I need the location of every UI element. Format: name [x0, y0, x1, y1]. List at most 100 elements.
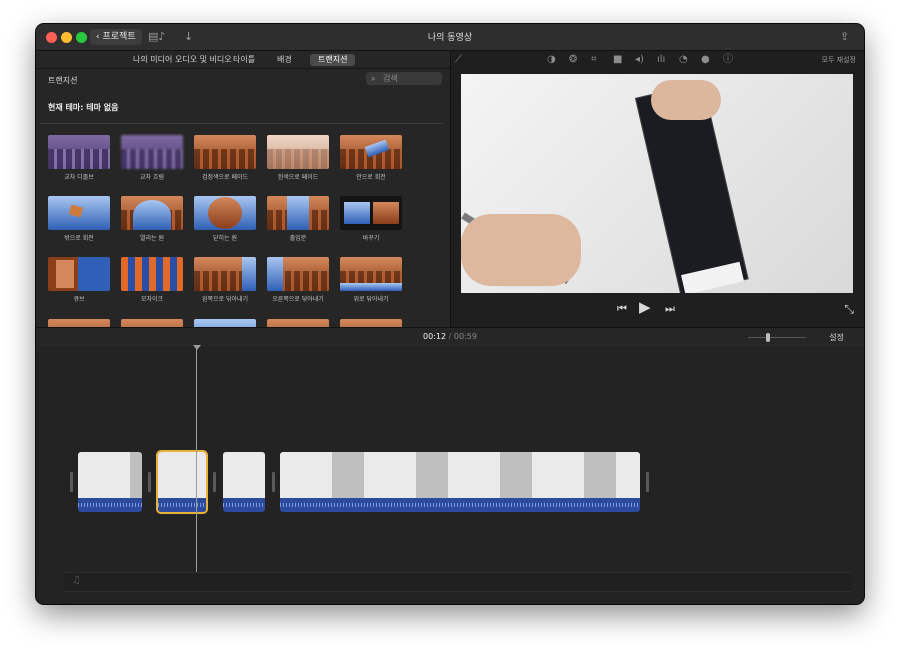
transition-thumbnail [121, 257, 183, 291]
transition-thumbnail [194, 135, 256, 169]
transition-thumbnail [121, 319, 183, 327]
timeline-clip[interactable] [280, 452, 640, 512]
info-icon[interactable]: ⓘ [723, 54, 733, 66]
transition-tile[interactable] [340, 319, 402, 327]
transition-tile[interactable]: 교차 흐림 [121, 135, 183, 181]
transition-thumbnail [340, 135, 402, 169]
transition-handle[interactable] [148, 472, 151, 492]
current-time: 00:12 [423, 332, 447, 341]
total-time: 00:59 [453, 332, 477, 341]
transition-handle[interactable] [272, 472, 275, 492]
fullscreen-icon[interactable]: ⤡ [844, 302, 854, 317]
transition-label: 흰색으로 페이드 [277, 174, 319, 181]
transition-tile[interactable]: 흰색으로 페이드 [267, 135, 329, 181]
reset-all-button[interactable]: 모두 재설정 [822, 55, 856, 65]
play-icon[interactable]: ▶ [639, 300, 651, 315]
transition-tile[interactable] [194, 319, 256, 327]
transition-tile[interactable]: 교차 디졸브 [48, 135, 110, 181]
divider [40, 123, 444, 124]
transition-thumbnail [340, 257, 402, 291]
transition-label: 바꾸기 [362, 235, 380, 242]
music-track[interactable]: ♫ [64, 572, 852, 592]
transition-label: 닫히는 원 [213, 235, 237, 242]
transition-label: 큐브 [73, 296, 85, 303]
transition-thumbnail [267, 319, 329, 327]
transition-thumbnail [340, 196, 402, 230]
skip-back-icon[interactable]: ⏮ [617, 302, 627, 316]
transition-thumbnail [267, 196, 329, 230]
adjustment-toolbar: ⟋ ◑ ❂ ⌗ ■ ◂) ılı ◔ ● ⓘ 모두 재설정 [451, 51, 864, 68]
transition-handle[interactable] [70, 472, 73, 492]
section-title: 트랜지션 [48, 76, 78, 85]
window-title: 나의 동영상 [427, 33, 473, 43]
timeline-clip[interactable] [223, 452, 265, 512]
transition-tile[interactable]: 밖으로 회전 [48, 196, 110, 242]
crop-icon[interactable]: ⌗ [591, 54, 597, 66]
speed-icon[interactable]: ◔ [679, 54, 688, 66]
transition-tile[interactable]: 왼쪽으로 닦아내기 [194, 257, 256, 303]
title-bar: ‹ 프로젝트 ▤♪ ↓ 나의 동영상 ⇪ [36, 24, 864, 51]
transition-tile[interactable] [121, 319, 183, 327]
transition-thumbnail [340, 319, 402, 327]
tab-audio-video[interactable]: 오디오 및 비디오 [175, 54, 232, 66]
media-browser: 나의 미디어 오디오 및 비디오 타이틀 배경 트랜지션 트랜지션 ⌕ 검색 현… [36, 51, 450, 327]
transition-thumbnail [194, 319, 256, 327]
clip-filter-icon[interactable]: ● [701, 54, 710, 66]
transition-label: 위로 닦아내기 [353, 296, 389, 303]
preview-hand-shape [651, 80, 721, 120]
transition-thumbnail [48, 196, 110, 230]
timeline-header: 00:12 / 00:59 설정 [36, 327, 864, 347]
playback-controls: ⏮ ▶ ⏭ ⤡ [451, 299, 864, 321]
viewer-panel: ⟋ ◑ ❂ ⌗ ■ ◂) ılı ◔ ● ⓘ 모두 재설정 ⏮ ▶ ⏭ ⤡ [451, 51, 864, 327]
share-icon[interactable]: ⇪ [840, 29, 849, 45]
transition-tile[interactable] [267, 319, 329, 327]
timeline-area: ♫ [36, 345, 864, 604]
transition-tile[interactable]: 닫히는 원 [194, 196, 256, 242]
magic-wand-icon[interactable]: ⟋ [455, 54, 462, 66]
stabilization-icon[interactable]: ■ [613, 54, 622, 66]
transition-thumbnail [267, 135, 329, 169]
transition-thumbnail [48, 319, 110, 327]
imovie-window: ‹ 프로젝트 ▤♪ ↓ 나의 동영상 ⇪ 나의 미디어 오디오 및 비디오 타이… [36, 24, 864, 604]
tab-titles[interactable]: 타이틀 [233, 54, 255, 66]
transition-tile[interactable]: 오른쪽으로 닦아내기 [267, 257, 329, 303]
timeline-clip-selected[interactable] [158, 452, 206, 512]
transition-tile[interactable] [48, 319, 110, 327]
zoom-slider-knob[interactable] [766, 333, 770, 342]
transition-label: 밖으로 회전 [64, 235, 94, 242]
transition-thumbnail [48, 135, 110, 169]
transition-handle[interactable] [646, 472, 649, 492]
transition-thumbnail [121, 135, 183, 169]
tab-transitions[interactable]: 트랜지션 [310, 54, 356, 66]
transition-tile[interactable]: 큐브 [48, 257, 110, 303]
search-input[interactable]: ⌕ 검색 [366, 72, 442, 85]
transition-label: 검정색으로 페이드 [201, 174, 249, 181]
color-correction-icon[interactable]: ❂ [569, 54, 577, 66]
transition-label: 출입문 [289, 235, 307, 242]
color-balance-icon[interactable]: ◑ [547, 54, 556, 66]
noise-reduction-icon[interactable]: ılı [657, 54, 665, 66]
volume-icon[interactable]: ◂) [635, 54, 644, 66]
timeline-clip[interactable] [78, 452, 142, 512]
timeline-settings-button[interactable]: 설정 [829, 332, 844, 343]
playhead[interactable] [196, 346, 197, 586]
playhead-marker[interactable] [193, 345, 201, 350]
transition-thumbnail [194, 257, 256, 291]
transition-tile[interactable]: 위로 닦아내기 [340, 257, 402, 303]
tab-backgrounds[interactable]: 배경 [277, 54, 292, 66]
preview-hand-shape [461, 214, 581, 286]
zoom-slider-track[interactable] [748, 337, 806, 338]
transition-tile[interactable]: 안으로 회전 [340, 135, 402, 181]
transition-tile[interactable]: 모자이크 [121, 257, 183, 303]
transition-tile[interactable]: 열리는 원 [121, 196, 183, 242]
transition-tile[interactable]: 출입문 [267, 196, 329, 242]
video-preview [461, 74, 853, 293]
transition-tile[interactable]: 바꾸기 [340, 196, 402, 242]
transition-thumbnail [194, 196, 256, 230]
music-note-icon: ♫ [72, 575, 81, 586]
tab-my-media[interactable]: 나의 미디어 [133, 54, 172, 66]
timecode: 00:12 / 00:59 [36, 332, 864, 341]
transition-tile[interactable]: 검정색으로 페이드 [194, 135, 256, 181]
transition-handle[interactable] [213, 472, 216, 492]
skip-forward-icon[interactable]: ⏭ [665, 302, 675, 316]
